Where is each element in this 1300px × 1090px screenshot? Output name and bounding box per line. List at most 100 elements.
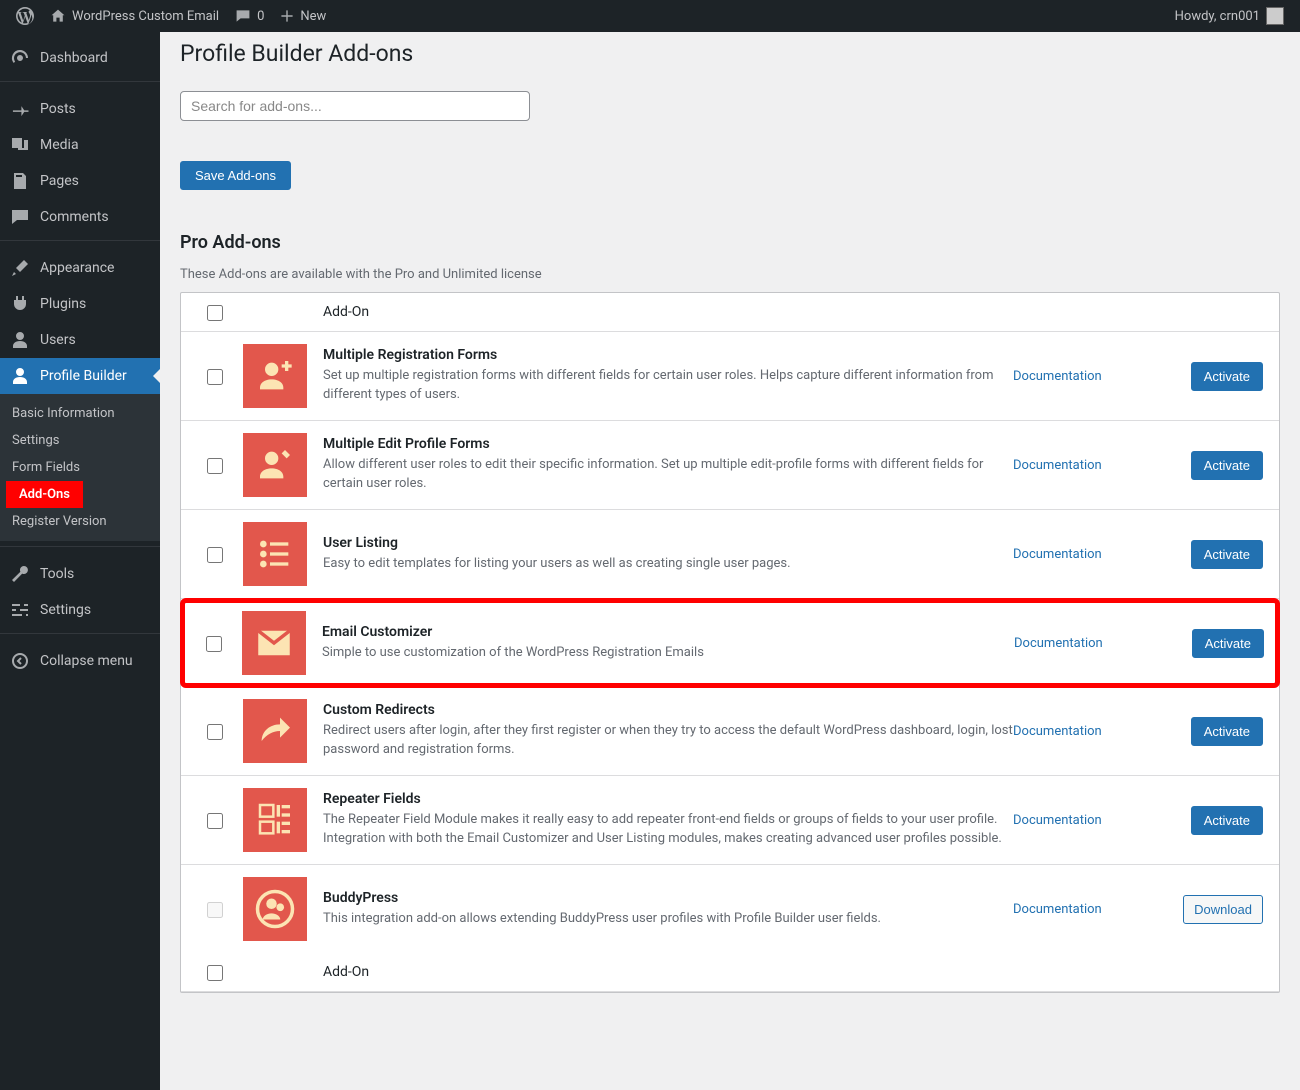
brush-icon [10,258,30,278]
addon-row: Multiple Edit Profile Forms Allow differe… [181,421,1279,510]
collapse-icon [10,651,30,671]
addon-checkbox[interactable] [207,724,223,740]
activate-button[interactable]: Activate [1191,362,1263,391]
addon-info: Multiple Edit Profile Forms Allow differe… [323,436,1013,494]
menu-tools[interactable]: Tools [0,556,160,592]
addon-title: Multiple Edit Profile Forms [323,436,1013,452]
plug-icon [10,294,30,314]
repeater-icon [243,788,307,852]
howdy-text: Howdy, crn001 [1175,9,1260,24]
addon-title: BuddyPress [323,890,1013,906]
new-content-link[interactable]: New [272,0,334,32]
addon-row: Custom Redirects Redirect users after log… [181,687,1279,776]
activate-button[interactable]: Activate [1192,629,1264,658]
addon-description: Redirect users after login, after they f… [323,722,1013,760]
activate-button[interactable]: Activate [1191,451,1263,480]
submenu-add-ons[interactable]: Add-Ons [6,481,83,508]
menu-plugins[interactable]: Plugins [0,286,160,322]
download-button[interactable]: Download [1183,895,1263,924]
admin-bar: WordPress Custom Email 0 New Howdy, crn0… [0,0,1300,32]
documentation-link[interactable]: Documentation [1013,902,1102,917]
submenu-settings[interactable]: Settings [0,427,160,454]
submenu-register-version[interactable]: Register Version [0,508,160,535]
addon-title: Repeater Fields [323,791,1013,807]
admin-menu: Dashboard Posts Media Pages Comments App… [0,32,160,1090]
addon-description: Set up multiple registration forms with … [323,367,1013,405]
addon-info: BuddyPress This integration add-on allows… [323,890,1013,929]
addon-footer: Add-On [181,953,1279,992]
addon-table: Add-On Multiple Registration Forms Set up… [180,292,1280,993]
page-title: Profile Builder Add-ons [180,40,1280,67]
wp-logo[interactable] [8,0,42,32]
user-avatar [1266,7,1284,25]
activate-button[interactable]: Activate [1191,540,1263,569]
documentation-link[interactable]: Documentation [1013,369,1102,384]
section-title: Pro Add-ons [180,232,1280,253]
comments-link[interactable]: 0 [227,0,272,32]
documentation-link[interactable]: Documentation [1013,813,1102,828]
comment-icon [10,207,30,227]
menu-settings[interactable]: Settings [0,592,160,628]
addon-description: The Repeater Field Module makes it reall… [323,811,1013,849]
addon-checkbox[interactable] [207,547,223,563]
submenu-basic-information[interactable]: Basic Information [0,400,160,427]
email-icon [242,611,306,675]
collapse-menu[interactable]: Collapse menu [0,643,160,679]
addon-info: Repeater Fields The Repeater Field Module… [323,791,1013,849]
menu-pages[interactable]: Pages [0,163,160,199]
addon-checkbox[interactable] [206,636,222,652]
addon-title: User Listing [323,535,1013,551]
menu-comments[interactable]: Comments [0,199,160,235]
addon-info: Email CustomizerSimple to use customizat… [322,624,1014,663]
addon-row: BuddyPress This integration add-on allows… [181,865,1279,953]
user-icon [10,366,30,386]
menu-users[interactable]: Users [0,322,160,358]
home-icon [50,8,66,24]
addon-row: User Listing Easy to edit templates for l… [181,510,1279,599]
menu-media[interactable]: Media [0,127,160,163]
new-label: New [300,9,326,24]
site-home-link[interactable]: WordPress Custom Email [42,0,227,32]
user-icon [10,330,30,350]
activate-button[interactable]: Activate [1191,806,1263,835]
documentation-link[interactable]: Documentation [1014,636,1103,651]
addon-description: This integration add-on allows extending… [323,910,1013,929]
save-button[interactable]: Save Add-ons [180,161,291,190]
list-icon [243,522,307,586]
user-account-link[interactable]: Howdy, crn001 [1167,0,1292,32]
addon-description: Allow different user roles to edit their… [323,456,1013,494]
addon-checkbox[interactable] [207,458,223,474]
documentation-link[interactable]: Documentation [1013,458,1102,473]
addon-checkbox[interactable] [207,813,223,829]
comment-count: 0 [257,9,264,24]
site-title: WordPress Custom Email [72,9,219,24]
addon-title: Custom Redirects [323,702,1013,718]
addon-info: Multiple Registration Forms Set up multip… [323,347,1013,405]
buddy-icon [243,877,307,941]
menu-dashboard[interactable]: Dashboard [0,40,160,76]
addon-checkbox [207,902,223,918]
search-input[interactable] [180,91,530,121]
addon-header: Add-On [181,293,1279,332]
documentation-link[interactable]: Documentation [1013,547,1102,562]
submenu-form-fields[interactable]: Form Fields [0,454,160,481]
section-desc: These Add-ons are available with the Pro… [180,267,1280,282]
menu-appearance[interactable]: Appearance [0,250,160,286]
user-plus-icon [243,344,307,408]
addon-info: Custom Redirects Redirect users after log… [323,702,1013,760]
comment-icon [235,8,251,24]
redirect-icon [243,699,307,763]
select-all-checkbox-footer[interactable] [207,965,223,981]
wrench-icon [10,564,30,584]
menu-profile-builder[interactable]: Profile Builder [0,358,160,394]
addon-row: Repeater Fields The Repeater Field Module… [181,776,1279,865]
menu-posts[interactable]: Posts [0,91,160,127]
activate-button[interactable]: Activate [1191,717,1263,746]
documentation-link[interactable]: Documentation [1013,724,1102,739]
select-all-checkbox[interactable] [207,305,223,321]
addon-title: Multiple Registration Forms [323,347,1013,363]
dashboard-icon [10,48,30,68]
addon-info: User Listing Easy to edit templates for l… [323,535,1013,574]
addon-checkbox[interactable] [207,369,223,385]
addon-description: Easy to edit templates for listing your … [323,555,1013,574]
